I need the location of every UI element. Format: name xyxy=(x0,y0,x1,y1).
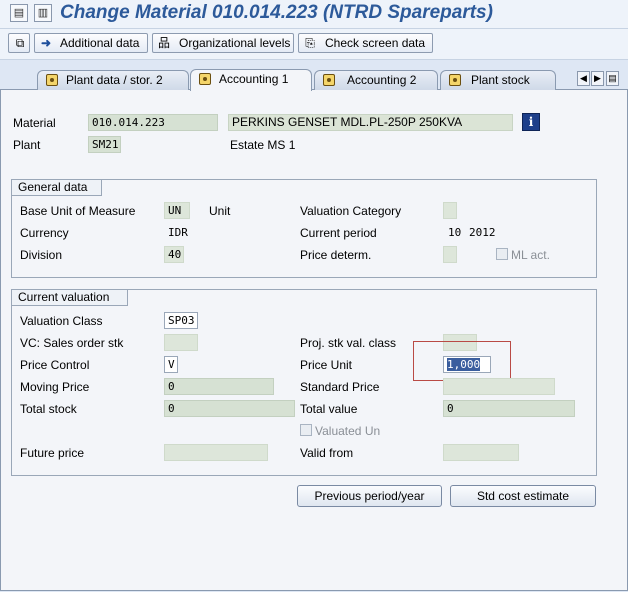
current-period-month: 10 xyxy=(448,226,462,239)
check-screen-data-button[interactable]: ⎘ Check screen data xyxy=(298,33,433,53)
general-data-title: General data xyxy=(12,180,102,196)
total-stock-field: 0 xyxy=(164,400,295,417)
valuation-class-input[interactable]: SP03 xyxy=(164,312,198,329)
organizational-levels-label: Organizational levels xyxy=(179,36,291,50)
document-icon[interactable]: ▥ xyxy=(34,4,52,22)
tab-accounting-2[interactable]: Accounting 2 xyxy=(314,70,438,90)
std-cost-estimate-button[interactable]: Std cost estimate xyxy=(450,485,596,507)
proj-stk-label: Proj. stk val. class xyxy=(300,336,397,350)
valuation-category-field xyxy=(443,202,457,219)
tab-list-icon[interactable]: ▤ xyxy=(606,71,619,86)
check-screen-icon: ⎘ xyxy=(305,36,315,50)
display-change-icon: ⧉ xyxy=(15,36,25,50)
division-field: 40 xyxy=(164,246,184,263)
ml-act-checkbox xyxy=(496,248,508,260)
price-control-label: Price Control xyxy=(20,358,90,372)
hierarchy-icon: 品 xyxy=(157,36,170,50)
tab-scroll-left-icon[interactable]: ◀ xyxy=(577,71,590,86)
info-icon[interactable]: i xyxy=(522,113,540,131)
tab-label: Accounting 1 xyxy=(219,72,289,86)
valuation-class-label: Valuation Class xyxy=(20,314,103,328)
plant-label: Plant xyxy=(13,138,41,152)
material-label: Material xyxy=(13,116,56,130)
plant-description: Estate MS 1 xyxy=(230,138,296,152)
tab-accounting-1[interactable]: Accounting 1 xyxy=(190,69,312,91)
current-period-year: 2012 xyxy=(469,226,496,239)
tab-status-icon xyxy=(323,74,335,86)
moving-price-label: Moving Price xyxy=(20,380,90,394)
tab-label: Accounting 2 xyxy=(347,73,417,87)
currency-field: IDR xyxy=(168,226,188,239)
price-control-input[interactable]: V xyxy=(164,356,178,373)
standard-price-field xyxy=(443,378,555,395)
future-price-label: Future price xyxy=(20,446,85,460)
ml-act-label: ML act. xyxy=(511,248,550,262)
base-uom-label: Base Unit of Measure xyxy=(20,204,136,218)
additional-data-label: Additional data xyxy=(60,36,140,50)
previous-period-button[interactable]: Previous period/year xyxy=(297,485,442,507)
vc-sales-order-label: VC: Sales order stk xyxy=(20,336,124,350)
future-price-field xyxy=(164,444,268,461)
currency-label: Currency xyxy=(20,226,69,240)
tab-status-icon xyxy=(199,73,211,85)
organizational-levels-button[interactable]: 品 Organizational levels xyxy=(152,33,294,53)
tab-plant-data-stor-2[interactable]: Plant data / stor. 2 xyxy=(37,70,189,90)
user-menu-icon[interactable]: ▤ xyxy=(10,4,28,22)
material-field: 010.014.223 xyxy=(88,114,218,131)
price-determ-field xyxy=(443,246,457,263)
price-unit-label: Price Unit xyxy=(300,358,353,372)
tab-scroll-right-icon[interactable]: ▶ xyxy=(591,71,604,86)
plant-field: SM21 xyxy=(88,136,121,153)
valuation-category-label: Valuation Category xyxy=(300,204,402,218)
division-label: Division xyxy=(20,248,63,262)
current-valuation-title: Current valuation xyxy=(12,290,128,306)
display-change-button[interactable]: ⧉ xyxy=(8,33,30,53)
valuated-un-label: Valuated Un xyxy=(315,424,381,438)
valid-from-label: Valid from xyxy=(300,446,354,460)
additional-data-button[interactable]: ➜ Additional data xyxy=(34,33,148,53)
tab-status-icon xyxy=(449,74,461,86)
tab-label: Plant stock xyxy=(471,73,530,87)
page-title: Change Material 010.014.223 (NTRD Sparep… xyxy=(60,2,493,23)
vc-sales-order-field xyxy=(164,334,198,351)
check-screen-data-label: Check screen data xyxy=(325,36,426,50)
material-description-field: PERKINS GENSET MDL.PL-250P 250KVA xyxy=(228,114,513,131)
total-stock-label: Total stock xyxy=(20,402,77,416)
arrow-right-icon: ➜ xyxy=(40,36,52,50)
valid-from-field xyxy=(443,444,519,461)
current-period-label: Current period xyxy=(300,226,377,240)
standard-price-label: Standard Price xyxy=(300,380,380,394)
highlight-annotation xyxy=(413,341,511,381)
total-value-field: 0 xyxy=(443,400,575,417)
tab-label: Plant data / stor. 2 xyxy=(66,73,163,87)
moving-price-field: 0 xyxy=(164,378,274,395)
total-value-label: Total value xyxy=(300,402,358,416)
tab-status-icon xyxy=(46,74,58,86)
base-uom-text: Unit xyxy=(209,204,231,218)
price-determ-label: Price determ. xyxy=(300,248,372,262)
valuated-un-checkbox xyxy=(300,424,312,436)
base-uom-field: UN xyxy=(164,202,190,219)
tab-plant-stock[interactable]: Plant stock xyxy=(440,70,556,90)
